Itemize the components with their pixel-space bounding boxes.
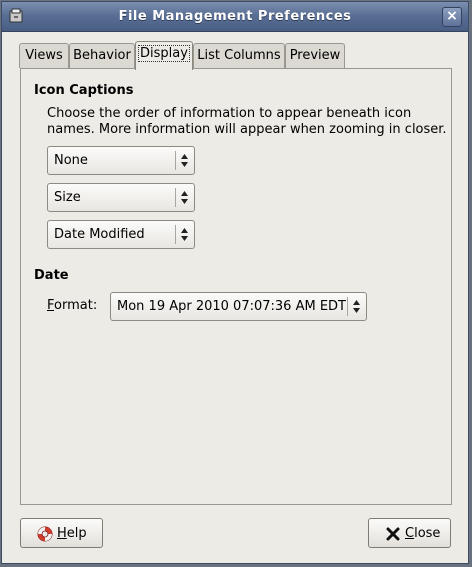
close-button-label: Close [405, 526, 440, 541]
date-format-combo[interactable]: Mon 19 Apr 2010 07:07:36 AM EDT [110, 292, 367, 321]
preferences-window: File Management Preferences × Views Beha… [1, 1, 469, 564]
caption-combo-2-value: Size [54, 190, 81, 205]
format-label: Format: [47, 298, 97, 313]
tab-display[interactable]: Display [135, 41, 193, 70]
close-x-icon: × [446, 8, 458, 24]
window-title: File Management Preferences [118, 9, 352, 24]
icon-captions-heading: Icon Captions [34, 83, 134, 98]
help-button[interactable]: Help [20, 518, 103, 548]
tab-behavior[interactable]: Behavior [69, 43, 135, 68]
combo-separator [347, 297, 348, 316]
tab-preview-label: Preview [289, 48, 341, 63]
tab-behavior-label: Behavior [73, 48, 131, 63]
up-down-arrows-icon [353, 300, 360, 313]
combo-separator [175, 188, 176, 207]
tab-list-columns-label: List Columns [197, 48, 281, 63]
tab-list-columns[interactable]: List Columns [193, 43, 285, 68]
tab-views[interactable]: Views [19, 43, 69, 68]
help-label-rest: elp [66, 526, 87, 541]
caption-combo-1[interactable]: None [47, 146, 195, 175]
icon-captions-description: Choose the order of information to appea… [47, 106, 447, 137]
date-format-value: Mon 19 Apr 2010 07:07:36 AM EDT [117, 299, 346, 314]
window-close-button[interactable]: × [442, 7, 462, 27]
caption-combo-3-value: Date Modified [54, 227, 145, 242]
title-bar[interactable]: File Management Preferences × [2, 2, 468, 32]
caption-combo-1-value: None [54, 153, 88, 168]
combo-separator [175, 151, 176, 170]
tab-preview[interactable]: Preview [285, 43, 345, 68]
help-mnemonic: H [57, 526, 67, 541]
close-x-icon [386, 527, 400, 541]
caption-combo-2[interactable]: Size [47, 183, 195, 212]
help-button-label: Help [57, 526, 87, 541]
close-label-rest: lose [414, 526, 441, 541]
format-label-rest: ormat: [54, 298, 98, 313]
close-mnemonic: C [405, 526, 415, 541]
up-down-arrows-icon [181, 228, 188, 241]
display-panel: Icon Captions Choose the order of inform… [20, 68, 452, 505]
tab-display-label: Display [138, 45, 190, 62]
date-heading: Date [34, 268, 69, 283]
up-down-arrows-icon [181, 191, 188, 204]
lifebuoy-icon [37, 526, 53, 542]
format-mnemonic: F [47, 298, 55, 313]
caption-combo-3[interactable]: Date Modified [47, 220, 195, 249]
combo-separator [175, 225, 176, 244]
up-down-arrows-icon [181, 154, 188, 167]
close-button[interactable]: Close [368, 518, 451, 548]
tab-views-label: Views [25, 48, 63, 63]
